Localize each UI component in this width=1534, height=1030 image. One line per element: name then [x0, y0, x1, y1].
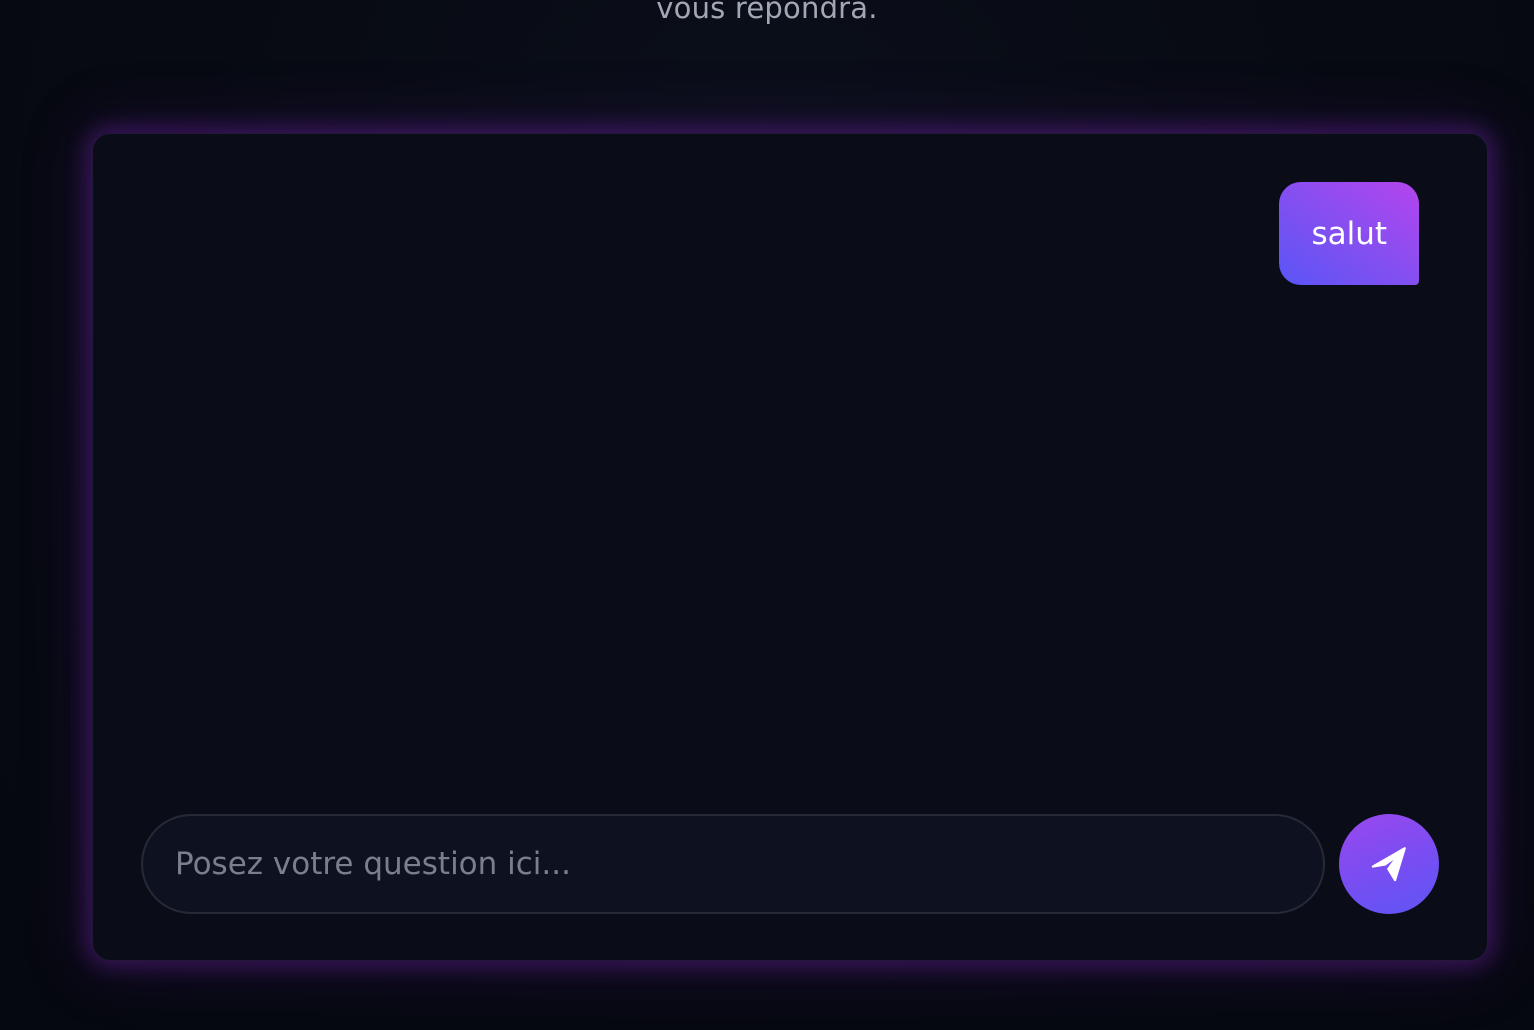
message-composer — [141, 814, 1439, 914]
user-message-bubble: salut — [1279, 182, 1419, 285]
message-list: salut — [141, 182, 1419, 802]
page: vous répondra. salut — [0, 0, 1534, 1030]
page-subtitle: vous répondra. — [656, 0, 878, 25]
send-button[interactable] — [1339, 814, 1439, 914]
question-input-wrapper — [141, 814, 1325, 914]
paper-plane-icon — [1371, 847, 1406, 882]
chat-card: salut — [92, 133, 1488, 961]
question-input[interactable] — [143, 816, 1323, 912]
